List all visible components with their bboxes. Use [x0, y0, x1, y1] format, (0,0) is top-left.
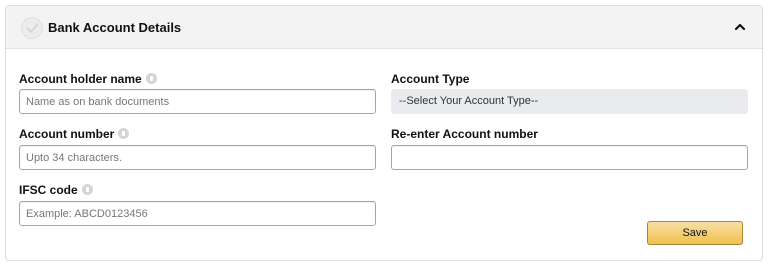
- chevron-up-icon[interactable]: [732, 19, 748, 35]
- account-holder-label-text: Account holder name: [19, 72, 142, 86]
- info-icon[interactable]: [145, 73, 157, 84]
- save-button[interactable]: Save: [647, 221, 743, 245]
- section-title: Bank Account Details: [48, 20, 182, 35]
- reenter-account-number-input[interactable]: [391, 145, 748, 170]
- check-icon: [21, 17, 43, 39]
- account-number-label-text: Account number: [19, 127, 115, 141]
- account-number-input[interactable]: [19, 145, 376, 170]
- account-type-label: Account Type: [391, 72, 470, 86]
- account-type-select[interactable]: --Select Your Account Type--: [391, 89, 748, 114]
- account-type-selected: --Select Your Account Type--: [399, 95, 539, 107]
- ifsc-label: IFSC code: [19, 183, 93, 197]
- card-header[interactable]: Bank Account Details: [6, 6, 762, 49]
- reenter-account-number-label: Re-enter Account number: [391, 127, 538, 141]
- info-icon[interactable]: [118, 128, 130, 139]
- account-holder-label: Account holder name: [19, 72, 157, 86]
- ifsc-input[interactable]: [19, 201, 376, 226]
- ifsc-label-text: IFSC code: [19, 183, 78, 197]
- account-number-label: Account number: [19, 127, 130, 141]
- info-icon[interactable]: [81, 184, 93, 195]
- account-holder-input[interactable]: [19, 89, 376, 114]
